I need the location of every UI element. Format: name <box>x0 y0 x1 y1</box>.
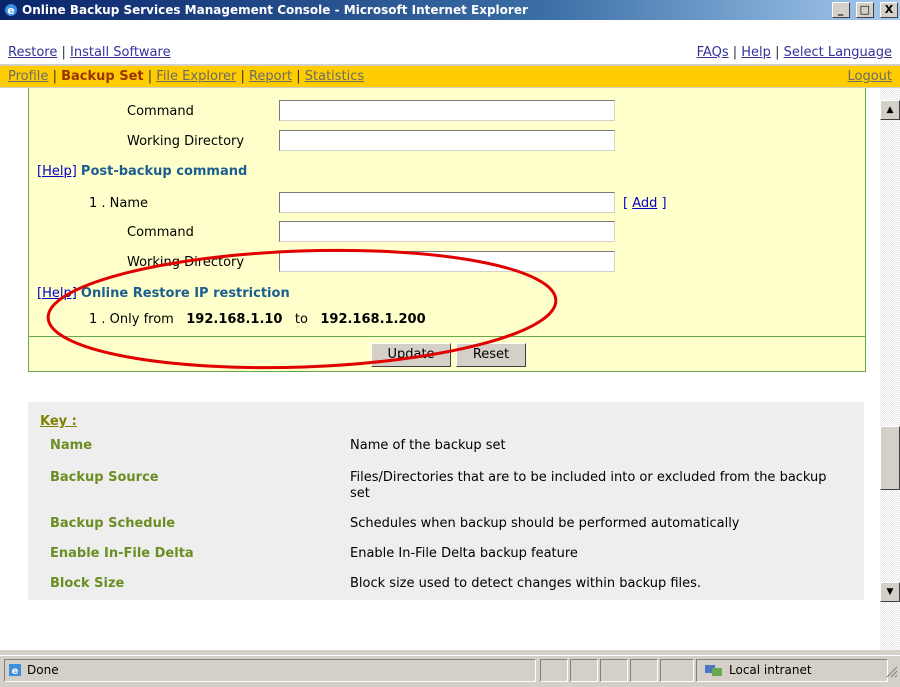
key-desc: Enable In-File Delta backup feature <box>350 546 578 561</box>
ip-from-value: 192.168.1.10 <box>186 312 283 327</box>
post-workdir-label: Working Directory <box>127 255 245 270</box>
header-spacer <box>0 20 900 42</box>
post-backup-help-link[interactable]: [Help] <box>37 164 77 179</box>
scroll-thumb[interactable] <box>880 426 900 490</box>
help-link[interactable]: Help <box>741 45 771 60</box>
ip-index-label: 1 . Only from <box>89 312 174 327</box>
post-command-label: Command <box>127 225 194 240</box>
post-command-input[interactable] <box>279 221 615 242</box>
backup-set-tab[interactable]: Backup Set <box>61 69 144 84</box>
statistics-tab[interactable]: Statistics <box>305 69 364 84</box>
svg-text:e: e <box>7 4 14 17</box>
zone-text: Local intranet <box>729 663 812 677</box>
ip-to-value: 192.168.1.200 <box>320 312 426 327</box>
restore-link[interactable]: Restore <box>8 45 57 60</box>
post-name-label: 1 . Name <box>89 196 149 211</box>
post-add-link[interactable]: [ Add ] <box>623 196 667 211</box>
status-pane <box>540 659 568 682</box>
svg-text:e: e <box>12 666 19 677</box>
pre-workdir-input[interactable] <box>279 130 615 151</box>
reset-button[interactable]: Reset <box>456 343 526 367</box>
nav-separator: | <box>61 45 66 60</box>
post-backup-heading: [Help] Post-backup command <box>37 164 247 179</box>
status-bar: e Done Local intranet <box>0 655 900 687</box>
page-content: Command Working Directory [Help] Post-ba… <box>0 88 880 650</box>
form-divider <box>29 336 865 337</box>
key-name: Enable In-File Delta <box>50 546 194 561</box>
key-desc: Schedules when backup should be performe… <box>350 516 740 531</box>
key-heading: Key : <box>40 414 77 429</box>
vertical-scrollbar[interactable]: ▲ ▼ <box>880 88 900 650</box>
status-text: Done <box>27 663 59 677</box>
post-backup-title: Post-backup command <box>80 164 248 179</box>
status-pane <box>600 659 628 682</box>
post-name-input[interactable] <box>279 192 615 213</box>
scroll-down-arrow-icon[interactable]: ▼ <box>880 582 900 602</box>
update-button[interactable]: Update <box>371 343 451 367</box>
ip-to-word: to <box>294 312 308 327</box>
status-pane <box>630 659 658 682</box>
ip-restriction-heading: [Help] Online Restore IP restriction <box>37 286 290 301</box>
window-title: Online Backup Services Management Consol… <box>22 3 528 17</box>
nav-separator: | <box>240 69 245 84</box>
key-desc: Files/Directories that are to be include… <box>350 470 827 501</box>
browser-window: e Online Backup Services Management Cons… <box>0 0 900 687</box>
key-desc: Name of the backup set <box>350 438 506 453</box>
nav-separator: | <box>52 69 57 84</box>
title-bar: e Online Backup Services Management Cons… <box>0 0 900 20</box>
faqs-link[interactable]: FAQs <box>697 45 729 60</box>
key-name: Backup Source <box>50 470 159 485</box>
minimize-button[interactable]: _ <box>831 2 850 18</box>
local-intranet-icon <box>705 665 722 676</box>
top-nav: Restore | Install Software FAQs | Help |… <box>0 42 900 64</box>
pre-workdir-label: Working Directory <box>127 134 245 149</box>
maximize-button[interactable]: □ <box>855 2 874 18</box>
nav-separator: | <box>147 69 153 84</box>
key-desc: Block size used to detect changes within… <box>350 576 702 591</box>
ip-restriction-title: Online Restore IP restriction <box>80 286 290 301</box>
pre-command-input[interactable] <box>279 100 615 121</box>
ip-restriction-help-link[interactable]: [Help] <box>37 286 77 301</box>
nav-separator: | <box>296 69 301 84</box>
internet-explorer-icon: e <box>5 4 17 17</box>
page-done-icon: e <box>9 664 21 677</box>
profile-tab[interactable]: Profile <box>8 69 48 84</box>
file-explorer-tab[interactable]: File Explorer <box>156 69 236 84</box>
post-workdir-input[interactable] <box>279 251 615 272</box>
status-pane <box>660 659 694 682</box>
resize-grip-icon[interactable] <box>886 666 898 678</box>
security-zone: Local intranet <box>696 659 888 682</box>
status-pane <box>570 659 598 682</box>
add-link-text[interactable]: Add <box>632 196 657 211</box>
status-text-pane: e Done <box>4 659 536 682</box>
logout-link[interactable]: Logout <box>847 69 892 84</box>
report-tab[interactable]: Report <box>249 69 292 84</box>
select-language-link[interactable]: Select Language <box>784 45 892 60</box>
pre-command-label: Command <box>127 104 194 119</box>
main-nav: Profile | Backup Set | File Explorer | R… <box>0 66 900 87</box>
key-name: Backup Schedule <box>50 516 176 531</box>
key-name: Block Size <box>50 576 125 591</box>
nav-separator: | <box>732 45 738 60</box>
close-button[interactable]: X <box>880 2 898 18</box>
key-legend: Key : Name Name of the backup set Backup… <box>28 402 864 600</box>
ip-range-row: 1 . Only from 192.168.1.10 to 192.168.1.… <box>89 312 426 327</box>
key-name: Name <box>50 438 93 453</box>
scroll-up-arrow-icon[interactable]: ▲ <box>880 100 900 120</box>
install-software-link[interactable]: Install Software <box>70 45 171 60</box>
nav-separator: | <box>775 45 780 60</box>
backup-set-form: Command Working Directory [Help] Post-ba… <box>28 88 866 372</box>
